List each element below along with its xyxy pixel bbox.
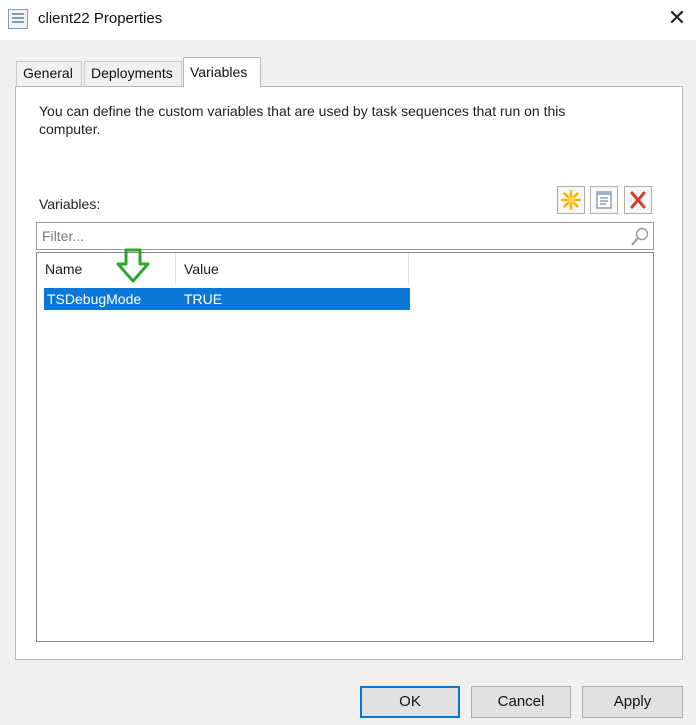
filter-box <box>36 222 654 250</box>
tab-variables[interactable]: Variables <box>183 57 261 87</box>
search-icon[interactable] <box>629 226 651 248</box>
tab-label: Variables <box>190 64 248 80</box>
column-header-value[interactable]: Value <box>176 253 409 285</box>
title-bar: client22 Properties ✕ <box>0 0 696 40</box>
cancel-button[interactable]: Cancel <box>471 686 571 718</box>
new-star-icon <box>560 189 582 211</box>
description-text: You can define the custom variables that… <box>39 103 566 137</box>
filter-input[interactable] <box>42 227 622 245</box>
properties-page-icon <box>8 9 28 29</box>
tab-label: General <box>23 65 73 81</box>
tab-general[interactable]: General <box>16 61 82 86</box>
tab-deployments[interactable]: Deployments <box>84 61 182 86</box>
new-variable-button[interactable] <box>557 186 585 214</box>
variable-value-cell: TRUE <box>184 291 223 307</box>
green-down-arrow-icon <box>116 248 150 283</box>
delete-x-icon <box>630 191 646 209</box>
variables-list[interactable]: Name Value TSDebugMode TRUE <box>36 252 654 642</box>
delete-variable-button[interactable] <box>624 186 652 214</box>
close-button[interactable]: ✕ <box>664 6 690 32</box>
column-header-label: Name <box>45 261 83 277</box>
window-title: client22 Properties <box>38 10 163 27</box>
ok-button[interactable]: OK <box>360 686 460 718</box>
variables-label: Variables: <box>39 196 101 212</box>
properties-icon <box>596 191 612 209</box>
column-header-label: Value <box>184 261 219 277</box>
apply-button[interactable]: Apply <box>582 686 683 718</box>
variable-name-cell: TSDebugMode <box>47 291 142 307</box>
table-row[interactable]: TSDebugMode TRUE <box>44 288 410 310</box>
column-header-name[interactable]: Name <box>37 253 176 285</box>
variable-properties-button[interactable] <box>590 186 618 214</box>
tab-label: Deployments <box>91 65 173 81</box>
